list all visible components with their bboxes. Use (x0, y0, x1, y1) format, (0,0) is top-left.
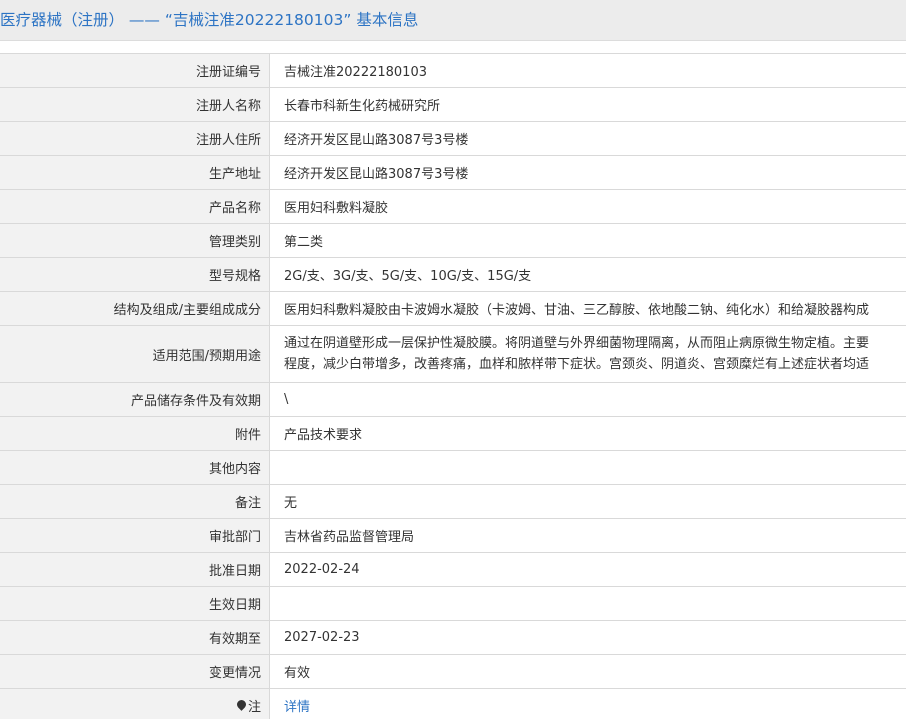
table-row-other: 其他内容 (0, 451, 906, 485)
row-value: 经济开发区昆山路3087号3号楼 (284, 167, 469, 182)
row-value-line-1: 通过在阴道壁形成一层保护性凝胶膜。将阴道壁与外界细菌物理隔离，从而阻止病原微生物… (284, 336, 870, 351)
row-value: 吉林省药品监督管理局 (284, 530, 415, 545)
row-label: 管理类别 (0, 224, 270, 257)
row-label: 变更情况 (0, 655, 270, 688)
details-link[interactable]: 详情 (270, 689, 906, 719)
row-label: 适用范围/预期用途 (0, 326, 270, 382)
table-row-approval-dept: 审批部门 吉林省药品监督管理局 (0, 519, 906, 553)
row-label: 有效期至 (0, 621, 270, 654)
table-row-registration-number: 注册证编号 吉械注准20222180103 (0, 54, 906, 88)
table-row-effective-date: 生效日期 (0, 587, 906, 621)
row-label: 型号规格 (0, 258, 270, 291)
row-label-text: 注 (247, 700, 261, 715)
row-value: 通过在阴道壁形成一层保护性凝胶膜。将阴道壁与外界细菌物理隔离，从而阻止病原微生物… (270, 326, 906, 382)
row-value: 2G/支、3G/支、5G/支、10G/支、15G/支 (284, 269, 532, 284)
table-row-approval-date: 批准日期 2022-02-24 (0, 553, 906, 587)
row-value (270, 451, 906, 484)
row-label: 批准日期 (0, 553, 270, 586)
row-value: 2027-02-23 (284, 630, 360, 645)
row-value (270, 587, 906, 620)
table-row-registrant-address: 注册人住所 经济开发区昆山路3087号3号楼 (0, 122, 906, 156)
row-value: 医用妇科敷料凝胶由卡波姆水凝胶（卡波姆、甘油、三乙醇胺、依地酸二钠、纯化水）和给… (284, 303, 870, 318)
page-title: 医疗器械（注册） —— “吉械注准20222180103” 基本信息 (0, 11, 419, 29)
row-label: 注册人名称 (0, 88, 270, 121)
row-label: 注册人住所 (0, 122, 270, 155)
table-row-model-spec: 型号规格 2G/支、3G/支、5G/支、10G/支、15G/支 (0, 258, 906, 292)
row-label: 产品储存条件及有效期 (0, 383, 270, 416)
table-row-composition: 结构及组成/主要组成成分 医用妇科敷料凝胶由卡波姆水凝胶（卡波姆、甘油、三乙醇胺… (0, 292, 906, 326)
row-label: 生产地址 (0, 156, 270, 189)
row-label: 审批部门 (0, 519, 270, 552)
info-table: 注册证编号 吉械注准20222180103 注册人名称 长春市科新生化药械研究所… (0, 53, 906, 719)
row-label: 产品名称 (0, 190, 270, 223)
row-label: 生效日期 (0, 587, 270, 620)
row-label: 注 (0, 689, 270, 719)
table-row-remarks: 备注 无 (0, 485, 906, 519)
table-row-expiry-date: 有效期至 2027-02-23 (0, 621, 906, 655)
row-value: 长春市科新生化药械研究所 (284, 99, 441, 114)
table-row-management-category: 管理类别 第二类 (0, 224, 906, 258)
table-row-registrant-name: 注册人名称 长春市科新生化药械研究所 (0, 88, 906, 122)
table-row-intended-use: 适用范围/预期用途 通过在阴道壁形成一层保护性凝胶膜。将阴道壁与外界细菌物理隔离… (0, 326, 906, 383)
row-label: 其他内容 (0, 451, 270, 484)
row-value: 2022-02-24 (284, 562, 360, 577)
table-row-change-status: 变更情况 有效 (0, 655, 906, 689)
row-value: \ (284, 392, 289, 407)
row-value: 产品技术要求 (284, 428, 363, 443)
row-value: 有效 (284, 666, 311, 681)
row-label: 注册证编号 (0, 54, 270, 87)
row-value: 无 (284, 496, 298, 511)
title-bar: 医疗器械（注册） —— “吉械注准20222180103” 基本信息 (0, 0, 906, 41)
row-value: 吉械注准20222180103 (284, 65, 427, 80)
row-value-line-2: 程度，减少白带增多，改善疼痛，血样和脓样带下症状。宫颈炎、阴道炎、宫颈糜烂有上述… (284, 357, 870, 372)
page: 医疗器械（注册） —— “吉械注准20222180103” 基本信息 注册证编号… (0, 0, 906, 719)
row-value: 第二类 (284, 235, 324, 250)
table-row-note: 注 详情 (0, 689, 906, 719)
table-row-production-address: 生产地址 经济开发区昆山路3087号3号楼 (0, 156, 906, 190)
table-row-attachment: 附件 产品技术要求 (0, 417, 906, 451)
row-value: 经济开发区昆山路3087号3号楼 (284, 133, 469, 148)
table-row-product-name: 产品名称 医用妇科敷料凝胶 (0, 190, 906, 224)
row-label: 附件 (0, 417, 270, 450)
map-pin-icon (235, 698, 248, 711)
table-row-storage: 产品储存条件及有效期 \ (0, 383, 906, 417)
row-label: 结构及组成/主要组成成分 (0, 292, 270, 325)
row-value: 医用妇科敷料凝胶 (284, 201, 389, 216)
row-label: 备注 (0, 485, 270, 518)
